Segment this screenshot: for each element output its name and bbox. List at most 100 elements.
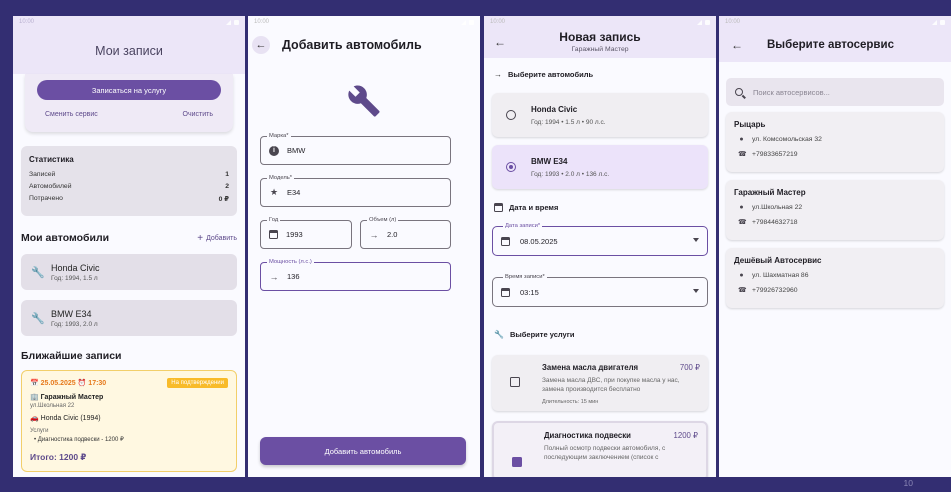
field-value: 136 (287, 272, 300, 281)
car-option-selected[interactable]: BMW E34 Год: 1993 • 2.0 л • 136 л.с. (492, 145, 708, 189)
battery-icon (705, 19, 710, 25)
car-name: BMW E34 (51, 308, 92, 319)
signal-icon (226, 19, 231, 25)
service-option[interactable]: Замена масла двигателя 700 ₽ Замена масла… (492, 355, 708, 411)
services-section: 🔧 Выберите услуги (494, 330, 706, 339)
radio-button[interactable] (506, 110, 516, 120)
my-cars-title: Мои автомобили (21, 232, 110, 244)
car-details: Год: 1994, 1.5 л (51, 274, 98, 282)
shop-name: Дешёвый Автосервис (734, 256, 822, 265)
field-value: E34 (287, 188, 301, 197)
page-title: Новая запись (559, 30, 641, 44)
upcoming-title: Ближайшие записи (21, 350, 122, 362)
add-label: Добавить (206, 234, 237, 242)
service-duration: Длительность: 15 мин (542, 398, 599, 405)
car-item[interactable]: 🔧 Honda Civic Год: 1994, 1.5 л (21, 254, 237, 290)
car-details: Год: 1994 • 1.5 л • 90 л.с. (531, 118, 606, 126)
date-select[interactable]: Дата записи* 08.05.2025 (492, 223, 708, 256)
status-time: 10:00 (490, 19, 506, 25)
shop-name: Рыцарь (734, 120, 766, 129)
calendar-icon (501, 236, 510, 246)
stat-value: 2 (225, 183, 229, 190)
service-card: Записаться на услугу Сменить сервис Очис… (25, 74, 233, 132)
car-name: Honda Civic (531, 104, 578, 114)
checkbox[interactable] (512, 457, 522, 467)
wrench-icon: 🔧 (494, 330, 504, 339)
wrench-icon (248, 84, 480, 124)
service-option-selected[interactable]: Диагностика подвески 1200 ₽ Полный осмотр… (492, 421, 708, 477)
change-service-link[interactable]: Сменить сервис (45, 111, 98, 118)
year-field[interactable]: Год 1993 (260, 217, 352, 249)
field-label: Модель* (267, 175, 295, 181)
brand-field[interactable]: Марка* i BMW (260, 133, 451, 165)
back-arrow-icon[interactable]: ← (494, 35, 506, 49)
app-bar: ← Выберите автосервис (719, 28, 951, 62)
shop-phone: +79926732960 (752, 286, 798, 294)
info-icon: i (269, 145, 279, 156)
search-input[interactable]: Поиск автосервисов... (726, 78, 944, 106)
service-price: 1200 ₽ (673, 431, 698, 440)
car-option[interactable]: Honda Civic Год: 1994 • 1.5 л • 90 л.с. (492, 93, 708, 137)
service-name: Диагностика подвески (544, 431, 631, 440)
field-value: 2.0 (387, 230, 398, 239)
services-label: Услуги (30, 428, 49, 434)
field-label: Год (267, 217, 281, 223)
field-label: Объем (л) (367, 217, 399, 223)
search-icon (735, 88, 743, 96)
arrow-right-icon: → (269, 271, 279, 282)
star-icon: ★ (269, 187, 279, 197)
stat-value: 0 ₽ (218, 196, 229, 203)
checkbox[interactable] (510, 377, 520, 387)
radio-button[interactable] (506, 162, 516, 172)
stat-label: Записей (29, 171, 56, 178)
back-arrow-icon[interactable]: ← (252, 36, 270, 54)
chevron-down-icon (693, 238, 699, 242)
appointment-address: ул.Школьная 22 (30, 403, 75, 409)
choose-car-section: → Выберите автомобиль (494, 70, 706, 79)
book-service-button[interactable]: Записаться на услугу (37, 80, 221, 100)
field-label: Мощность (л.с.) (267, 259, 314, 265)
volume-field[interactable]: Объем (л) → 2.0 (360, 217, 451, 249)
field-value: 1993 (286, 230, 303, 239)
field-label: Дата записи* (503, 223, 543, 229)
field-label: Марка* (267, 133, 291, 139)
stat-label: Автомобилей (29, 183, 72, 190)
car-details: Год: 1993 • 2.0 л • 136 л.с. (531, 170, 610, 178)
shop-address: ул. Комсомольская 32 (752, 136, 822, 143)
field-label: Время записи* (503, 274, 547, 280)
calendar-icon (269, 230, 278, 239)
phone-icon: ☎ (738, 219, 747, 226)
status-icons (697, 19, 710, 25)
back-arrow-icon[interactable]: ← (731, 38, 743, 52)
status-bar: 10:00 (13, 16, 245, 28)
appointment-card[interactable]: 📅 25.05.2025 ⏰ 17:30 На подтверждении 🏢 … (21, 370, 237, 472)
car-item[interactable]: 🔧 BMW E34 Год: 1993, 2.0 л (21, 300, 237, 336)
status-bar: 10:00 (719, 16, 951, 28)
status-icons (461, 19, 474, 25)
page-title: Мои записи (95, 44, 163, 58)
phone-icon: ☎ (738, 151, 747, 158)
calendar-icon (494, 203, 503, 212)
model-field[interactable]: Модель* ★ E34 (260, 175, 451, 207)
appointment-total: Итого: 1200 ₽ (30, 452, 87, 462)
chevron-down-icon (693, 289, 699, 293)
service-list-item[interactable]: Дешёвый Автосервис ● ул. Шахматная 86 ☎ +7… (726, 248, 944, 308)
my-appointments-screen: 10:00 Мои записи Записаться на услугу См… (13, 16, 245, 477)
location-pin-icon: ● (739, 204, 744, 211)
status-bar: 10:00 (248, 16, 480, 28)
power-field[interactable]: Мощность (л.с.) → 136 (260, 259, 451, 291)
field-value: 08.05.2025 (520, 236, 558, 246)
service-item: • Диагностика подвески - 1200 ₽ (34, 437, 124, 443)
add-car-submit-button[interactable]: Добавить автомобиль (260, 437, 466, 465)
service-list-item[interactable]: Гаражный Мастер ● ул.Школьная 22 ☎ +798446… (726, 180, 944, 240)
field-value: BMW (287, 146, 306, 155)
service-list-item[interactable]: Рыцарь ● ул. Комсомольская 32 ☎ +798336572… (726, 112, 944, 172)
datetime-section: Дата и время (494, 203, 706, 212)
arrow-right-icon: → (494, 70, 502, 79)
add-car-button[interactable]: + Добавить (197, 233, 237, 244)
signal-icon (461, 19, 466, 25)
calendar-icon (501, 287, 510, 297)
clear-link[interactable]: Очистить (183, 111, 213, 118)
time-select[interactable]: Время записи* 03:15 (492, 274, 708, 307)
stat-row: Записей 1 (29, 171, 229, 178)
